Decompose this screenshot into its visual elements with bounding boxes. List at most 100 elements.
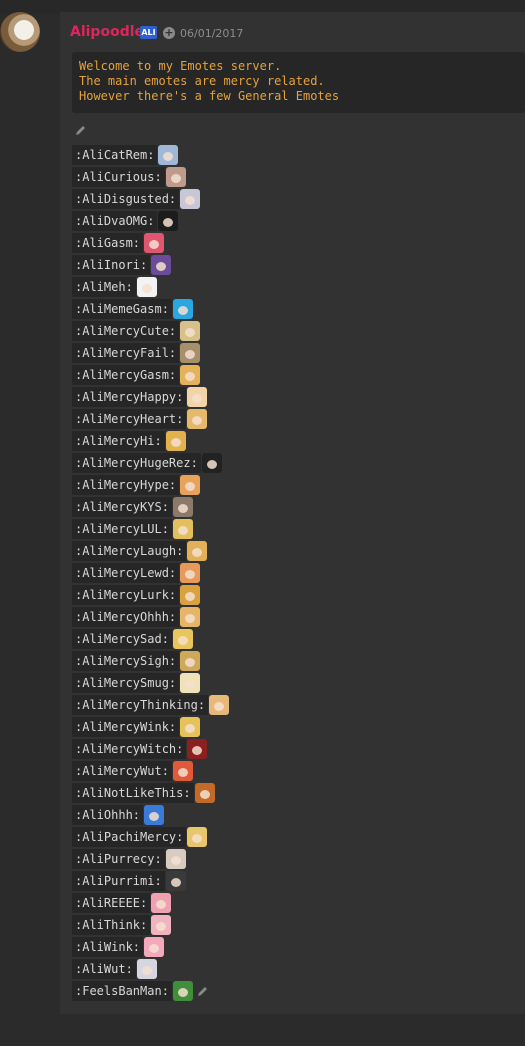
emote-row: :AliCatRem: [72,144,372,166]
emote-row: :AliMemeGasm: [72,298,372,320]
role-tag: ALI [140,26,157,39]
emote-row: :AliDvaOMG: [72,210,372,232]
plus-circle-icon[interactable]: + [163,27,175,39]
emote-code: :AliMercySmug: [72,673,180,693]
emote-row: :AliMercyLurk: [72,584,372,606]
emote-image[interactable] [144,233,165,253]
emote-image[interactable] [187,387,208,407]
emote-image[interactable] [172,761,193,781]
emote-row: :AliMercyThinking: [72,694,372,716]
emote-code: :AliCatRem: [72,145,158,165]
pencil-icon[interactable] [197,985,209,997]
emote-image[interactable] [180,607,201,627]
emote-row: :AliMercyLaugh: [72,540,372,562]
emote-row: :AliMercySmug: [72,672,372,694]
emote-image[interactable] [180,717,201,737]
emote-row: :AliDisgusted: [72,188,372,210]
emote-row: :AliMercyWut: [72,760,372,782]
emote-row: :AliCurious: [72,166,372,188]
message-author[interactable]: Alipoodle [70,24,144,40]
emote-image[interactable] [172,519,193,539]
emote-row: :AliMeh: [72,276,372,298]
emote-row: :AliInori: [72,254,372,276]
emote-image[interactable] [165,871,186,891]
emote-code: :AliMercyWut: [72,761,172,781]
message-timestamp: 06/01/2017 [180,27,244,40]
emote-row: :AliPachiMercy: [72,826,372,848]
emote-row: :AliMercyGasm: [72,364,372,386]
emote-row: :AliMercyOhhh: [72,606,372,628]
emote-image[interactable] [165,167,186,187]
avatar[interactable] [0,12,40,52]
emote-image[interactable] [136,959,157,979]
emote-image[interactable] [180,585,201,605]
emote-code: :AliMercyHappy: [72,387,187,407]
emote-image[interactable] [172,497,193,517]
emote-row: :AliMercySad: [72,628,372,650]
emote-image[interactable] [187,409,208,429]
emote-image[interactable] [151,255,172,275]
emote-image[interactable] [209,695,230,715]
emote-row: :AliMercyLewd: [72,562,372,584]
emote-image[interactable] [158,211,179,231]
emote-row: :AliMercyKYS: [72,496,372,518]
emote-row: :AliMercyHi: [72,430,372,452]
emote-code: :AliMemeGasm: [72,299,172,319]
emote-row: :FeelsBanMan: [72,980,372,1002]
emote-row: :AliMercyFail: [72,342,372,364]
code-line: Welcome to my Emotes server. [79,59,282,73]
emote-code: :AliMercyLewd: [72,563,180,583]
emote-row: :AliNotLikeThis: [72,782,372,804]
emote-code: :AliThink: [72,915,151,935]
emote-row: :AliGasm: [72,232,372,254]
emote-image[interactable] [180,673,201,693]
emote-code: :AliMercyLUL: [72,519,172,539]
emote-row: :AliPurrecy: [72,848,372,870]
emote-code: :AliPurrecy: [72,849,165,869]
emote-code: :AliMercyHeart: [72,409,187,429]
emote-code: :AliWink: [72,937,144,957]
emote-code: :AliPachiMercy: [72,827,187,847]
emote-code: :AliDisgusted: [72,189,180,209]
code-line: The main emotes are mercy related. [79,74,325,88]
emote-image[interactable] [158,145,179,165]
emote-image[interactable] [187,827,208,847]
emote-image[interactable] [180,343,201,363]
emote-code: :AliOhhh: [72,805,144,825]
emote-row: :AliMercyWink: [72,716,372,738]
emote-image[interactable] [165,849,186,869]
emote-row: :AliPurrimi: [72,870,372,892]
emote-image[interactable] [144,937,165,957]
emote-image[interactable] [172,981,193,1001]
emote-image[interactable] [172,299,193,319]
emote-image[interactable] [194,783,215,803]
emote-image[interactable] [201,453,222,473]
pencil-icon[interactable] [75,121,89,135]
emote-image[interactable] [165,431,186,451]
emote-image[interactable] [180,189,201,209]
emote-code: :AliWut: [72,959,136,979]
emote-row: :AliMercyHype: [72,474,372,496]
emote-image[interactable] [180,365,201,385]
emote-row: :AliMercyHeart: [72,408,372,430]
emote-code: :AliDvaOMG: [72,211,158,231]
emote-code: :AliPurrimi: [72,871,165,891]
emote-image[interactable] [187,541,208,561]
emote-image[interactable] [172,629,193,649]
emote-code: :AliNotLikeThis: [72,783,194,803]
emote-code: :AliREEEE: [72,893,151,913]
emote-code: :AliMercyThinking: [72,695,209,715]
emote-image[interactable] [187,739,208,759]
emote-image[interactable] [180,563,201,583]
emote-row: :AliMercySigh: [72,650,372,672]
emote-row: :AliMercyLUL: [72,518,372,540]
emote-image[interactable] [180,651,201,671]
emote-image[interactable] [151,915,172,935]
emote-image[interactable] [180,475,201,495]
emote-image[interactable] [151,893,172,913]
emote-image[interactable] [180,321,201,341]
emote-code: :AliMercyHype: [72,475,180,495]
emote-image[interactable] [144,805,165,825]
emote-code: :AliMercyHugeRez: [72,453,201,473]
emote-image[interactable] [136,277,157,297]
